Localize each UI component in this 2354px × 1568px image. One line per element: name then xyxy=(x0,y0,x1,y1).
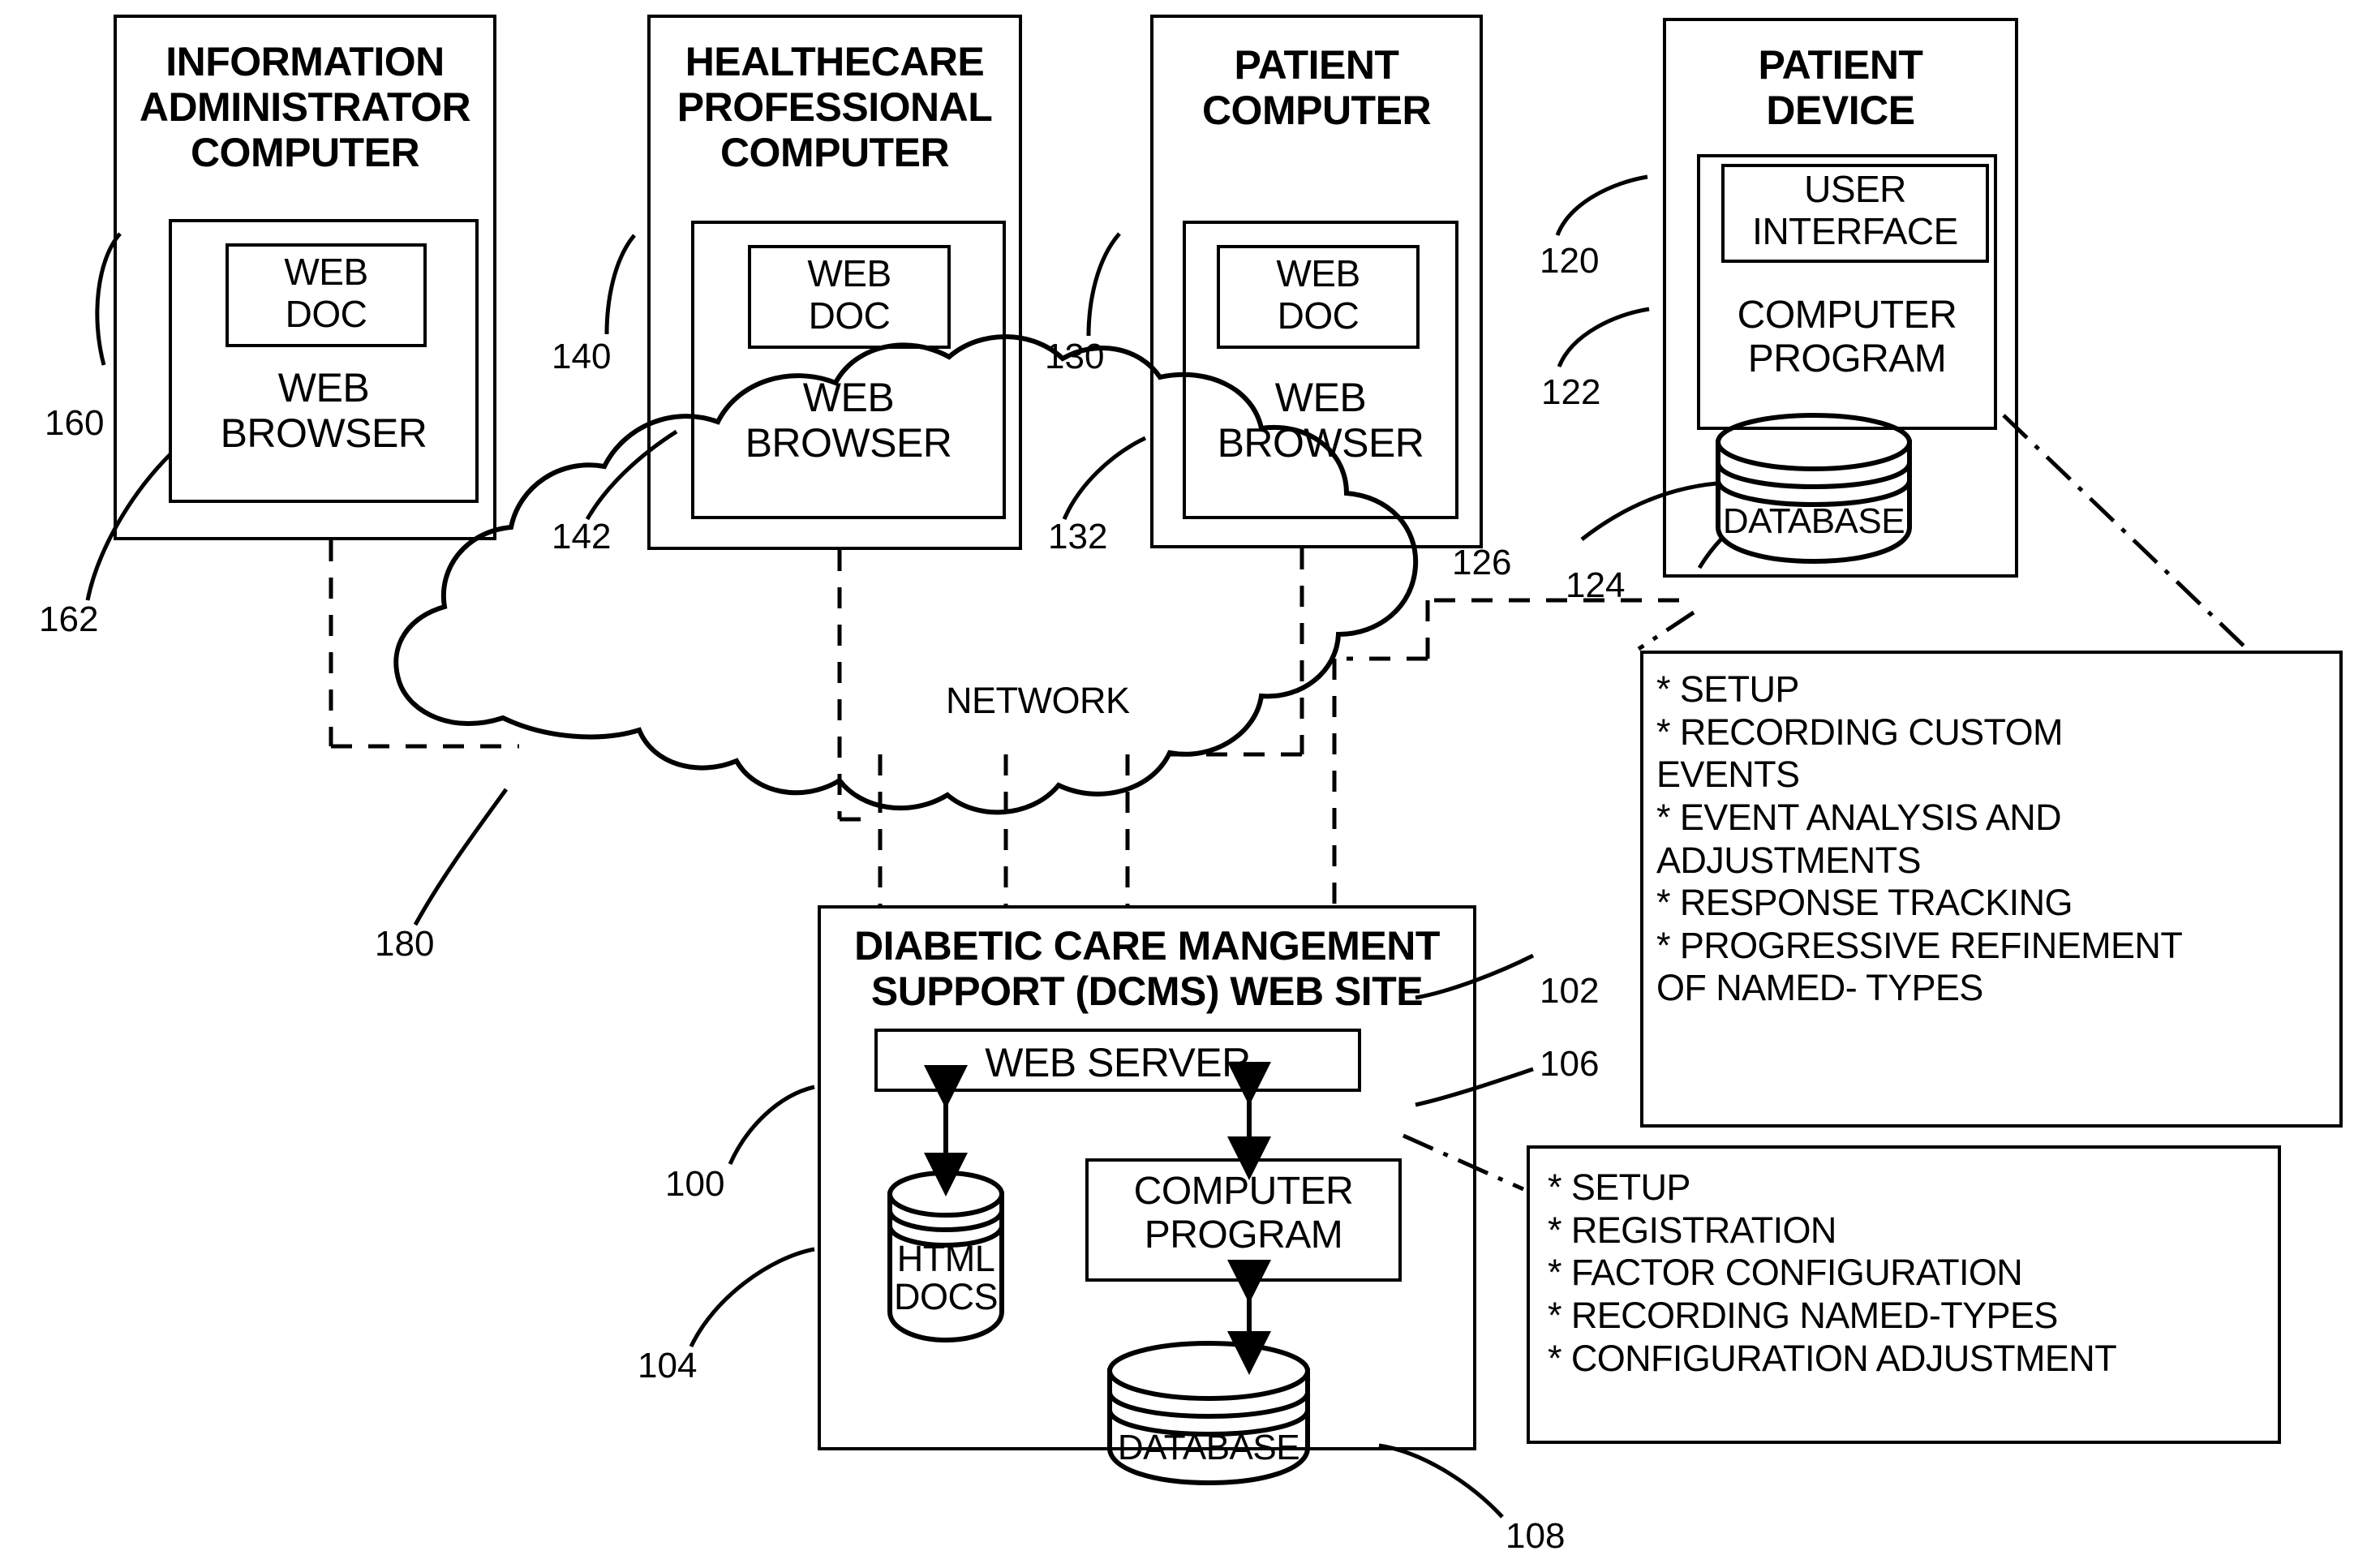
patient-device-title: PATIENT DEVICE xyxy=(1663,42,2018,133)
callout-dcms-list: * SETUP * REGISTRATION * FACTOR CONFIGUR… xyxy=(1548,1166,2278,1380)
callout-item: * REGISTRATION xyxy=(1548,1209,1836,1251)
ref-106: 106 xyxy=(1540,1044,1600,1084)
computer-program-label-dcms: COMPUTER PROGRAM xyxy=(1085,1170,1402,1257)
cp-line-1: COMPUTER xyxy=(1133,1170,1354,1213)
database-label-patient-device: DATABASE xyxy=(1722,501,1905,541)
ref-104: 104 xyxy=(638,1346,698,1385)
callout-dcms-program-functions: * SETUP * REGISTRATION * FACTOR CONFIGUR… xyxy=(1527,1145,2281,1444)
title-line-1: HEALTHECARE xyxy=(685,39,985,84)
callout-item: * RECORDING CUSTOM EVENTS xyxy=(1656,711,2064,796)
ui-line-1: USER xyxy=(1804,168,1906,210)
callout-item: * SETUP xyxy=(1548,1166,1690,1208)
title-line-1: PATIENT xyxy=(1758,42,1923,88)
web-doc-line-2: DOC xyxy=(1277,294,1360,337)
web-browser-line-2: BROWSER xyxy=(220,410,427,456)
callout-item: * PROGRESSIVE REFINEMENT OF NAMED- TYPES xyxy=(1656,924,2183,1009)
ref-120: 120 xyxy=(1540,241,1600,281)
ref-124: 124 xyxy=(1566,565,1626,605)
web-doc-line-2: DOC xyxy=(285,292,367,335)
ref-126: 126 xyxy=(1452,543,1512,582)
cp-line-2: PROGRAM xyxy=(1747,337,1947,380)
ui-line-2: INTERFACE xyxy=(1752,209,1958,252)
callout-item: * RESPONSE TRACKING xyxy=(1656,882,2073,924)
network-label: NETWORK xyxy=(946,680,1130,721)
ref-130: 130 xyxy=(1045,337,1105,376)
ref-180: 180 xyxy=(375,924,435,964)
ref-160: 160 xyxy=(45,403,105,443)
web-browser-line-2: BROWSER xyxy=(1217,420,1424,466)
web-browser-label-hcp: WEB BROWSER xyxy=(691,375,1006,466)
web-doc-line-1: WEB xyxy=(807,252,891,294)
cp-line-2: PROGRAM xyxy=(1144,1213,1343,1257)
ref-100: 100 xyxy=(665,1164,725,1204)
callout-item: * SETUP xyxy=(1656,668,1799,710)
web-browser-label-admin: WEB BROWSER xyxy=(169,365,479,456)
ref-162: 162 xyxy=(39,599,99,639)
database-label-dcms: DATABASE xyxy=(1117,1428,1300,1467)
healthcare-professional-computer-title: HEALTHECARE PROFESSIONAL COMPUTER xyxy=(647,39,1022,175)
title-line-2: PROFESSIONAL xyxy=(677,84,993,130)
web-doc-label-hcp: WEB DOC xyxy=(748,252,951,337)
web-browser-line-2: BROWSER xyxy=(745,420,952,466)
web-doc-line-1: WEB xyxy=(1276,252,1360,294)
title-line-3: COMPUTER xyxy=(720,130,950,175)
dcms-web-site-title: DIABETIC CARE MANGEMENT SUPPORT (DCMS) W… xyxy=(818,923,1476,1014)
cp-line-1: COMPUTER xyxy=(1737,294,1957,337)
patient-computer-title: PATIENT COMPUTER xyxy=(1150,42,1483,133)
title-line-1: INFORMATION xyxy=(165,39,445,84)
web-doc-line-1: WEB xyxy=(284,251,368,293)
callout-item: * FACTOR CONFIGURATION xyxy=(1548,1252,2023,1294)
callout-item: * RECORDING NAMED-TYPES xyxy=(1548,1294,2058,1336)
user-interface-label: USER INTERFACE xyxy=(1721,168,1989,252)
title-line-2: DEVICE xyxy=(1766,88,1915,133)
html-docs-label: HTML DOCS xyxy=(887,1239,1004,1317)
html-docs-line-2: DOCS xyxy=(893,1276,999,1318)
callout-item: * EVENT ANALYSIS AND ADJUSTMENTS xyxy=(1656,796,2062,881)
html-docs-line-1: HTML xyxy=(896,1238,995,1279)
title-line-1: DIABETIC CARE MANGEMENT xyxy=(854,923,1440,969)
callout-item: * CONFIGURATION ADJUSTMENT xyxy=(1548,1337,2117,1379)
web-doc-label-patient: WEB DOC xyxy=(1217,252,1420,337)
ref-142: 142 xyxy=(552,517,612,556)
ref-132: 132 xyxy=(1048,517,1108,556)
web-server-label: WEB SERVER xyxy=(985,1040,1251,1085)
web-browser-line-1: WEB xyxy=(1274,375,1367,420)
title-line-1: PATIENT xyxy=(1234,42,1399,88)
web-browser-line-1: WEB xyxy=(277,365,370,410)
web-doc-line-2: DOC xyxy=(808,294,891,337)
title-line-2: COMPUTER xyxy=(1201,88,1432,133)
web-doc-label-admin: WEB DOC xyxy=(226,251,427,335)
computer-program-label-patient-device: COMPUTER PROGRAM xyxy=(1697,294,1997,381)
ref-108: 108 xyxy=(1506,1516,1566,1556)
title-line-3: COMPUTER xyxy=(190,130,420,175)
ref-102: 102 xyxy=(1540,971,1600,1011)
information-administrator-computer-title: INFORMATION ADMINISTRATOR COMPUTER xyxy=(114,39,496,175)
ref-140: 140 xyxy=(552,337,612,376)
ref-122: 122 xyxy=(1541,372,1601,412)
web-browser-line-1: WEB xyxy=(802,375,895,420)
title-line-2: SUPPORT (DCMS) WEB SITE xyxy=(870,969,1424,1014)
callout-patient-device-functions: * SETUP * RECORDING CUSTOM EVENTS * EVEN… xyxy=(1640,651,2343,1128)
title-line-2: ADMINISTRATOR xyxy=(139,84,471,130)
web-browser-label-patient: WEB BROWSER xyxy=(1168,375,1473,466)
callout-patient-device-list: * SETUP * RECORDING CUSTOM EVENTS * EVEN… xyxy=(1656,668,2339,1010)
